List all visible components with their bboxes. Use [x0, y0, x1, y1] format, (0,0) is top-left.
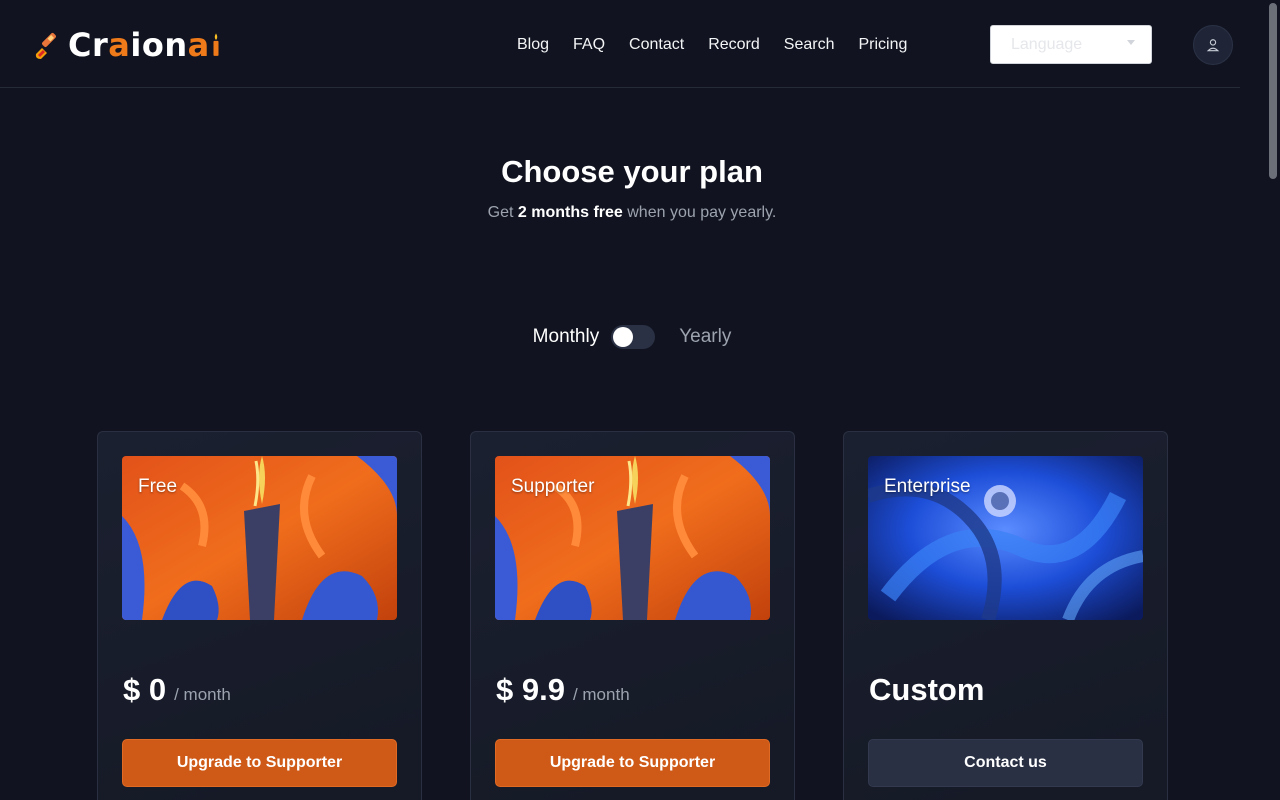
price-amount: $ 0: [123, 672, 167, 707]
upgrade-to-supporter-button[interactable]: Upgrade to Supporter: [122, 739, 397, 787]
plan-name: Free: [138, 476, 178, 497]
page-title: Choose your plan: [501, 154, 763, 189]
plan-name: Enterprise: [884, 476, 971, 497]
contact-us-button[interactable]: Contact us: [868, 739, 1143, 787]
nav-pricing[interactable]: Pricing: [858, 36, 907, 54]
user-avatar-button[interactable]: [1193, 25, 1233, 65]
candle-icon: [213, 33, 219, 56]
plan-price: $ 0 / month: [123, 672, 231, 708]
nav-search[interactable]: Search: [784, 36, 835, 54]
craiyon-logo[interactable]: Craiona: [32, 26, 221, 64]
page-scrollbar[interactable]: [1266, 0, 1280, 800]
price-unit: / month: [174, 685, 231, 704]
plan-image-free: Free: [122, 456, 397, 620]
price-unit: / month: [572, 685, 630, 704]
page-subtitle: Get 2 months free when you pay yearly.: [487, 204, 777, 221]
plan-image-supporter: Supporter: [495, 456, 770, 620]
switch-knob: [613, 327, 634, 347]
billing-period-switch[interactable]: [611, 325, 656, 349]
price-amount: Custom: [869, 672, 985, 707]
yearly-label[interactable]: Yearly: [679, 326, 731, 348]
language-select[interactable]: Language: [990, 25, 1152, 64]
upgrade-to-supporter-button[interactable]: Upgrade to Supporter: [495, 739, 770, 787]
logo-wordmark: Craiona: [68, 26, 210, 64]
plan-image-enterprise: Enterprise: [868, 456, 1143, 620]
price-amount: $ 9.9: [496, 672, 565, 707]
billing-toggle-row: Monthly Yearly: [0, 325, 1264, 349]
main-nav: Blog FAQ Contact Record Search Pricing: [517, 36, 931, 54]
nav-record[interactable]: Record: [708, 36, 760, 54]
nav-blog[interactable]: Blog: [517, 36, 549, 54]
nav-faq[interactable]: FAQ: [573, 36, 605, 54]
plan-card-supporter: Supporter $ 9.9 / month Upgrade to Suppo…: [470, 431, 795, 800]
chevron-down-icon: [1127, 40, 1135, 45]
user-icon: [1206, 39, 1220, 52]
plan-card-free: Free $ 0 / month Upgrade to Supporter: [97, 431, 422, 800]
plan-name: Supporter: [511, 476, 595, 497]
scrollbar-thumb[interactable]: [1269, 3, 1277, 179]
nav-contact[interactable]: Contact: [629, 36, 684, 54]
plan-card-enterprise: Enterprise Custom Contact us: [843, 431, 1168, 800]
plan-price: Custom: [869, 672, 992, 708]
plan-price: $ 9.9 / month: [496, 672, 630, 708]
top-header: Craiona Blog FAQ Contact Record Search P…: [0, 0, 1240, 88]
paintbrush-logo-icon: [35, 33, 56, 59]
monthly-label[interactable]: Monthly: [533, 326, 600, 348]
language-select-placeholder: Language: [1011, 35, 1083, 53]
